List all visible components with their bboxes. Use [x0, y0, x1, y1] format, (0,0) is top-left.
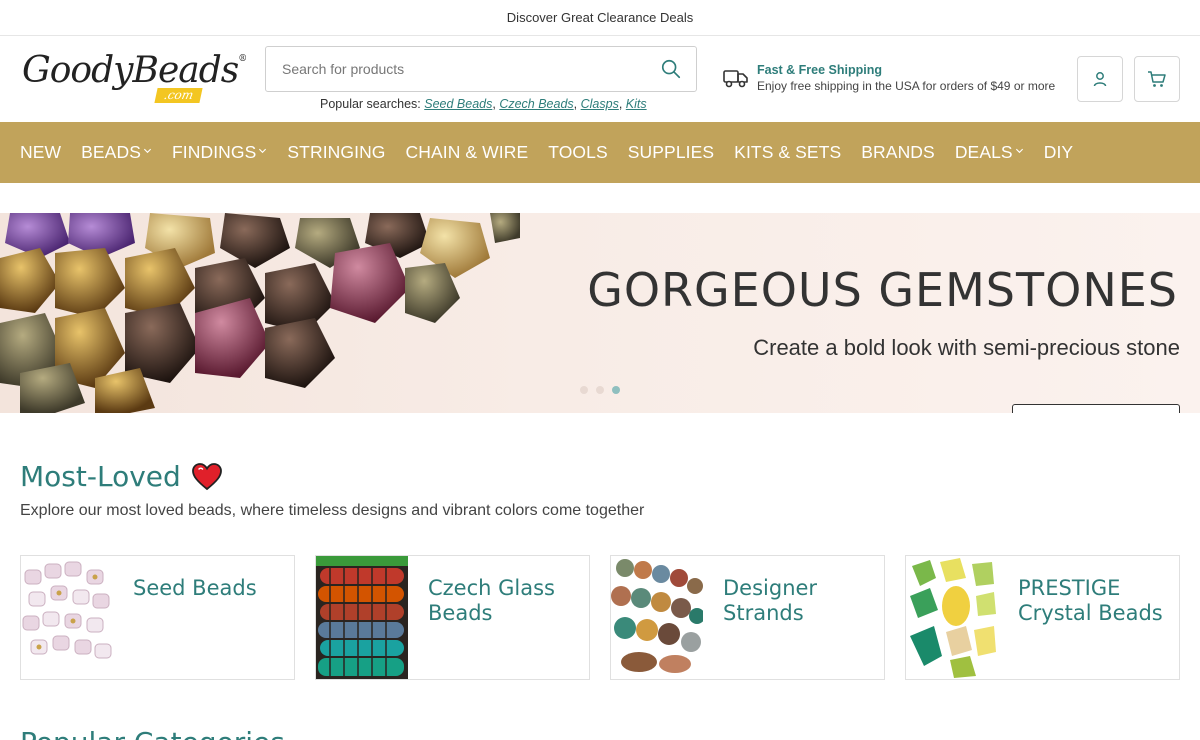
chevron-down-icon [259, 148, 267, 154]
popular-link-clasps[interactable]: Clasps [581, 97, 619, 111]
category-card-seed-beads[interactable]: Seed Beads [20, 555, 295, 680]
carousel-dot-active[interactable] [612, 386, 620, 394]
carousel-dot[interactable] [596, 386, 604, 394]
most-loved-cards: Seed Beads Czech Glass Beads Designer St… [20, 555, 1180, 680]
promo-text[interactable]: Discover Great Clearance Deals [507, 10, 693, 25]
search-box [265, 46, 697, 92]
most-loved-description: Explore our most loved beads, where time… [20, 502, 645, 519]
card-label: Designer Strands [723, 576, 818, 625]
nav-item-beads[interactable]: BEADS [81, 142, 152, 163]
seed-beads-image [21, 556, 113, 679]
card-label: PRESTIGE Crystal Beads [1018, 576, 1163, 625]
nav-item-kits-sets[interactable]: KITS & SETS [734, 142, 841, 163]
logo-wordmark: GoodyBeads® [22, 50, 247, 91]
card-label: Czech Glass Beads [428, 576, 555, 625]
hero-title: GORGEOUS GEMSTONES [587, 263, 1178, 317]
carousel-dots [580, 386, 620, 394]
nav-item-findings[interactable]: FINDINGS [172, 142, 267, 163]
nav-item-chain-wire[interactable]: CHAIN & WIRE [406, 142, 529, 163]
nav-item-supplies[interactable]: SUPPLIES [628, 142, 714, 163]
popular-label: Popular searches: [320, 97, 421, 111]
hero-banner[interactable]: GORGEOUS GEMSTONES Create a bold look wi… [0, 213, 1200, 413]
nav-item-diy[interactable]: DIY [1044, 142, 1073, 163]
popular-link-seed-beads[interactable]: Seed Beads [424, 97, 492, 111]
search-icon[interactable] [660, 58, 682, 80]
chevron-down-icon [1015, 148, 1023, 154]
account-button[interactable] [1077, 56, 1123, 102]
shipping-title: Fast & Free Shipping [757, 63, 883, 77]
card-label: Seed Beads [133, 576, 257, 600]
gemstone-beads-image [0, 213, 520, 413]
search-input[interactable] [282, 61, 660, 77]
popular-link-czech-beads[interactable]: Czech Beads [499, 97, 573, 111]
promo-bar[interactable]: Discover Great Clearance Deals [0, 0, 1200, 36]
category-card-designer-strands[interactable]: Designer Strands [610, 555, 885, 680]
popular-categories-heading: Popular Categories [20, 726, 285, 740]
hero-subtitle: Create a bold look with semi-precious st… [753, 335, 1180, 360]
shipping-info: Fast & Free Shipping Enjoy free shipping… [723, 63, 1055, 93]
nav-item-brands[interactable]: BRANDS [861, 142, 935, 163]
goodybeads-logo[interactable]: GoodyBeads® .com [22, 48, 247, 108]
carousel-dot[interactable] [580, 386, 588, 394]
category-card-prestige-crystal-beads[interactable]: PRESTIGE Crystal Beads [905, 555, 1180, 680]
main-nav: NEW BEADS FINDINGS STRINGING CHAIN & WIR… [0, 122, 1200, 183]
nav-item-tools[interactable]: TOOLS [548, 142, 608, 163]
heart-icon [191, 462, 222, 490]
category-card-czech-glass-beads[interactable]: Czech Glass Beads [315, 555, 590, 680]
cart-button[interactable] [1134, 56, 1180, 102]
most-loved-heading: Most-Loved [20, 460, 223, 493]
nav-item-new[interactable]: NEW [20, 142, 61, 163]
popular-link-kits[interactable]: Kits [626, 97, 647, 111]
shipping-desc: Enjoy free shipping in the USA for order… [757, 79, 1056, 93]
nav-item-deals[interactable]: DEALS [955, 142, 1024, 163]
designer-strands-image [611, 556, 703, 679]
prestige-crystal-beads-image [906, 556, 998, 679]
nav-item-stringing[interactable]: STRINGING [287, 142, 385, 163]
user-icon [1093, 72, 1107, 87]
truck-icon [723, 70, 748, 88]
hero-shop-button[interactable] [1012, 404, 1180, 413]
czech-glass-beads-image [316, 556, 408, 679]
site-header: GoodyBeads® .com Popular searches: Seed … [0, 36, 1200, 122]
logo-sub: .com [154, 88, 203, 103]
cart-icon [1148, 71, 1166, 87]
chevron-down-icon [143, 148, 152, 154]
popular-searches: Popular searches: Seed Beads, Czech Bead… [320, 97, 647, 111]
